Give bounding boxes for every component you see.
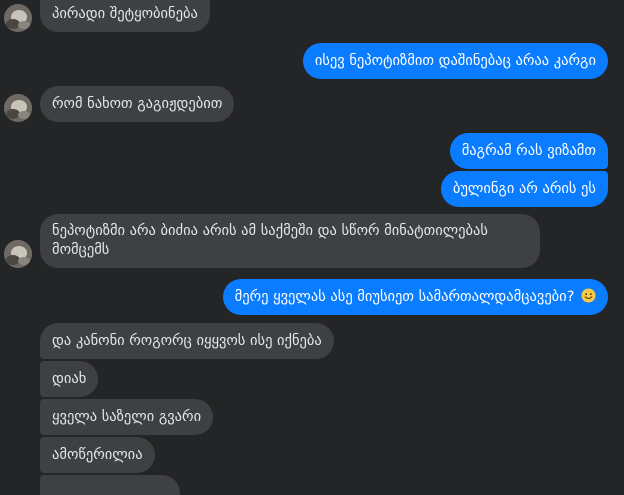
- message-incoming[interactable]: ნეპოტიზმი არა ბიძია არის ამ საქმეში და ს…: [40, 214, 540, 268]
- message-text: დიახ: [52, 371, 87, 387]
- message-incoming-partial[interactable]: [40, 475, 180, 495]
- message-outgoing[interactable]: მერე ყველას ასე მიუსიეთ სამართალდამცავებ…: [222, 279, 608, 315]
- message-incoming[interactable]: პირადი შეტყობინება: [40, 0, 210, 32]
- contact-avatar[interactable]: [4, 4, 32, 32]
- contact-avatar[interactable]: [4, 94, 32, 122]
- message-text: რომ ნახოთ გაგიჟდებით: [52, 96, 223, 112]
- message-text: და კანონი როგორც იყყვოს ისე იქნება: [52, 333, 322, 349]
- message-incoming[interactable]: ყველა საზელი გვარი: [40, 399, 214, 435]
- message-outgoing[interactable]: ისევ ნეპოტიზმით დაშინებაც არაა კარგი: [302, 43, 608, 79]
- message-text: მაგრამ რას ვიზამთ: [461, 143, 596, 159]
- message-incoming[interactable]: და კანონი როგორც იყყვოს ისე იქნება: [40, 323, 334, 359]
- message-outgoing[interactable]: მაგრამ რას ვიზამთ: [449, 133, 608, 169]
- message-incoming[interactable]: დიახ: [40, 361, 99, 397]
- message-text: მერე ყველას ასე მიუსიეთ სამართალდამცავებ…: [234, 289, 575, 305]
- smiling-face-emoji: [581, 288, 596, 303]
- message-outgoing[interactable]: ბულინგი არ არის ეს: [440, 171, 608, 207]
- message-incoming[interactable]: რომ ნახოთ გაგიჟდებით: [40, 86, 235, 122]
- message-text: ბულინგი არ არის ეს: [452, 181, 596, 197]
- message-text: ნეპოტიზმი არა ბიძია არის ამ საქმეში და ს…: [52, 223, 488, 258]
- message-text: ისევ ნეპოტიზმით დაშინებაც არაა კარგი: [314, 53, 596, 69]
- contact-avatar[interactable]: [4, 240, 32, 268]
- message-text: ყველა საზელი გვარი: [52, 409, 202, 425]
- message-text: პირადი შეტყობინება: [52, 6, 198, 22]
- message-text: ამოწერილია: [52, 447, 143, 463]
- message-incoming[interactable]: ამოწერილია: [40, 437, 155, 473]
